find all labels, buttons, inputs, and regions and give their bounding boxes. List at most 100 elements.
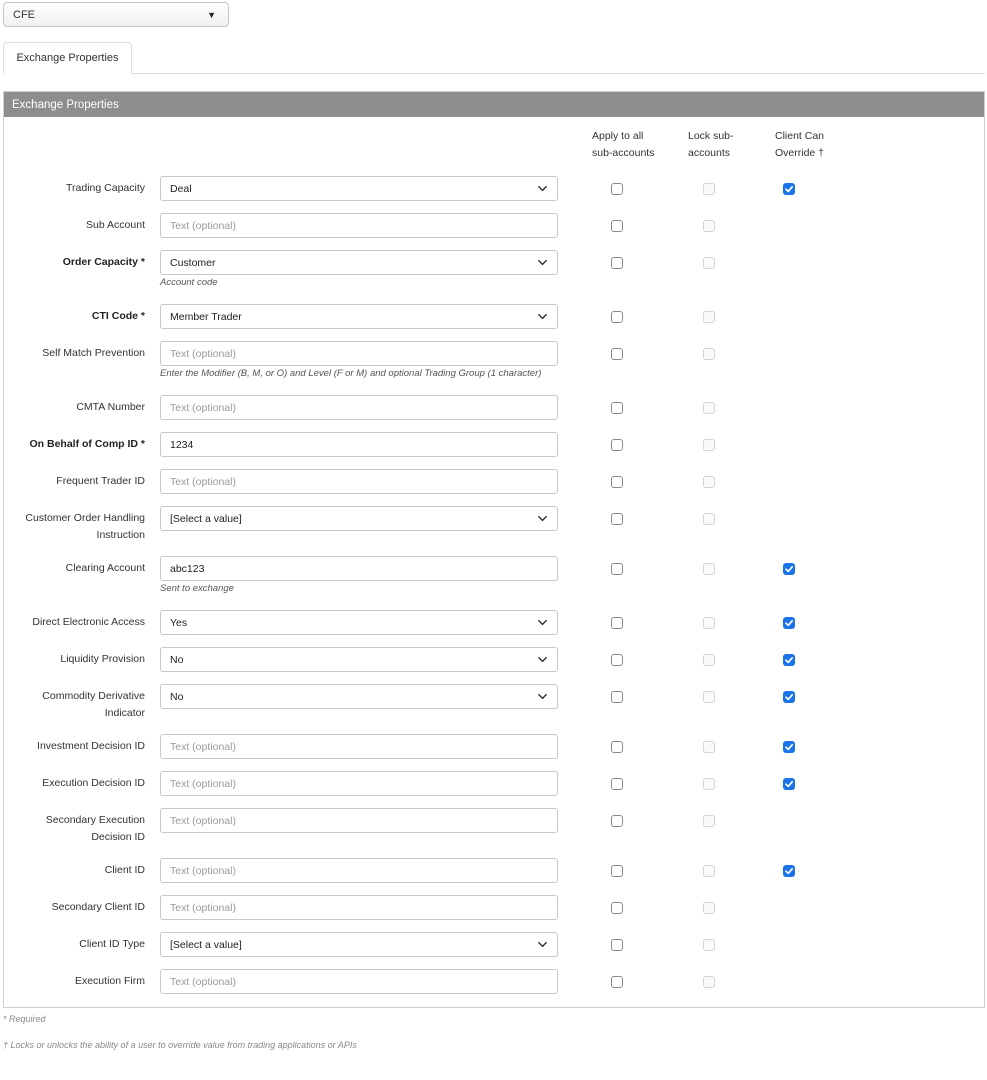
apply-to-all-checkbox[interactable] (611, 311, 623, 323)
apply-to-all-checkbox[interactable] (611, 976, 623, 988)
column-header-apply-line2: sub-accounts (592, 147, 655, 159)
lock-sub-accounts-checkbox (703, 220, 715, 232)
liquidity-provision-select[interactable]: No (160, 647, 558, 672)
column-header-lock-line2: accounts (688, 147, 731, 159)
client-can-override-checkbox[interactable] (783, 778, 795, 790)
field-label: Client ID (105, 862, 145, 879)
chevron-down-icon (538, 185, 547, 192)
field-label: On Behalf of Comp ID * (30, 436, 146, 453)
field-label: Commodity Derivative Indicator (42, 688, 145, 722)
execution-decision-id-input[interactable]: Text (optional) (160, 771, 558, 796)
commodity-derivative-indicator-select[interactable]: No (160, 684, 558, 709)
apply-to-all-checkbox[interactable] (611, 654, 623, 666)
field-value: No (170, 653, 184, 666)
field-value: [Select a value] (170, 512, 242, 525)
trading-capacity-select[interactable]: Deal (160, 176, 558, 201)
sub-account-input[interactable]: Text (optional) (160, 213, 558, 238)
cti-code-select[interactable]: Member Trader (160, 304, 558, 329)
on-behalf-of-comp-id-input[interactable]: 1234 (160, 432, 558, 457)
lock-sub-accounts-checkbox (703, 741, 715, 753)
lock-sub-accounts-checkbox (703, 902, 715, 914)
checkmark-icon (785, 185, 794, 193)
apply-to-all-checkbox[interactable] (611, 741, 623, 753)
exchange-select-value: CFE (13, 8, 35, 21)
apply-to-all-checkbox[interactable] (611, 691, 623, 703)
frequent-trader-id-input[interactable]: Text (optional) (160, 469, 558, 494)
field-placeholder: Text (optional) (170, 401, 236, 414)
apply-to-all-checkbox[interactable] (611, 939, 623, 951)
exchange-properties-panel: Exchange Properties Apply to all sub-acc… (3, 91, 985, 1008)
column-header-lock-line1: Lock sub- (688, 130, 734, 142)
self-match-prevention-input[interactable]: Text (optional) (160, 341, 558, 366)
client-can-override-checkbox[interactable] (783, 563, 795, 575)
investment-decision-id-input[interactable]: Text (optional) (160, 734, 558, 759)
column-header-apply-line1: Apply to all (592, 130, 644, 142)
chevron-down-icon (538, 693, 547, 700)
column-header-apply: Apply to all sub-accounts (592, 128, 654, 162)
tab-exchange-properties[interactable]: Exchange Properties (3, 42, 132, 74)
client-can-override-checkbox[interactable] (783, 691, 795, 703)
lock-sub-accounts-checkbox (703, 311, 715, 323)
secondary-execution-decision-id-input[interactable]: Text (optional) (160, 808, 558, 833)
apply-to-all-checkbox[interactable] (611, 617, 623, 629)
field-label: Self Match Prevention (42, 345, 145, 362)
apply-to-all-checkbox[interactable] (611, 513, 623, 525)
client-can-override-checkbox[interactable] (783, 654, 795, 666)
checkmark-icon (785, 693, 794, 701)
required-footnote: * Required (3, 1014, 46, 1024)
customer-order-handling-instruction-select[interactable]: [Select a value] (160, 506, 558, 531)
apply-to-all-checkbox[interactable] (611, 439, 623, 451)
tab-bar: Exchange Properties (3, 42, 985, 74)
field-label: Order Capacity * (63, 254, 145, 271)
client-can-override-checkbox[interactable] (783, 741, 795, 753)
field-value: Customer (170, 256, 216, 269)
apply-to-all-checkbox[interactable] (611, 402, 623, 414)
secondary-client-id-input[interactable]: Text (optional) (160, 895, 558, 920)
client-can-override-checkbox[interactable] (783, 183, 795, 195)
tab-label: Exchange Properties (16, 52, 119, 64)
field-hint: Sent to exchange (160, 583, 234, 594)
lock-sub-accounts-checkbox (703, 691, 715, 703)
checkmark-icon (785, 780, 794, 788)
field-label: CTI Code * (92, 308, 145, 325)
apply-to-all-checkbox[interactable] (611, 476, 623, 488)
client-can-override-checkbox[interactable] (783, 617, 795, 629)
chevron-down-icon (538, 656, 547, 663)
field-label: Client ID Type (79, 936, 145, 953)
field-label-line: Secondary Client ID (51, 901, 145, 913)
apply-to-all-checkbox[interactable] (611, 257, 623, 269)
execution-firm-input[interactable]: Text (optional) (160, 969, 558, 994)
apply-to-all-checkbox[interactable] (611, 563, 623, 575)
apply-to-all-checkbox[interactable] (611, 865, 623, 877)
lock-sub-accounts-checkbox (703, 183, 715, 195)
lock-sub-accounts-checkbox (703, 617, 715, 629)
client-id-input[interactable]: Text (optional) (160, 858, 558, 883)
lock-sub-accounts-checkbox (703, 439, 715, 451)
apply-to-all-checkbox[interactable] (611, 902, 623, 914)
lock-sub-accounts-checkbox (703, 815, 715, 827)
apply-to-all-checkbox[interactable] (611, 220, 623, 232)
checkmark-icon (785, 565, 794, 573)
field-placeholder: Text (optional) (170, 777, 236, 790)
field-label: CMTA Number (76, 399, 145, 416)
cmta-number-input[interactable]: Text (optional) (160, 395, 558, 420)
field-placeholder: Text (optional) (170, 864, 236, 877)
order-capacity-select[interactable]: Customer (160, 250, 558, 275)
field-label: Frequent Trader ID (56, 473, 145, 490)
client-can-override-checkbox[interactable] (783, 865, 795, 877)
apply-to-all-checkbox[interactable] (611, 348, 623, 360)
direct-electronic-access-select[interactable]: Yes (160, 610, 558, 635)
caret-down-icon: ▼ (207, 9, 216, 20)
field-label-line: Direct Electronic Access (32, 616, 145, 628)
apply-to-all-checkbox[interactable] (611, 778, 623, 790)
chevron-down-icon (538, 313, 547, 320)
field-label-line: Execution Firm (74, 975, 145, 987)
apply-to-all-checkbox[interactable] (611, 183, 623, 195)
lock-sub-accounts-checkbox (703, 865, 715, 877)
apply-to-all-checkbox[interactable] (611, 815, 623, 827)
clearing-account-input[interactable]: abc123 (160, 556, 558, 581)
lock-sub-accounts-checkbox (703, 476, 715, 488)
client-id-type-select[interactable]: [Select a value] (160, 932, 558, 957)
exchange-select[interactable]: CFE ▼ (3, 2, 229, 27)
field-label: Execution Firm (75, 973, 145, 990)
